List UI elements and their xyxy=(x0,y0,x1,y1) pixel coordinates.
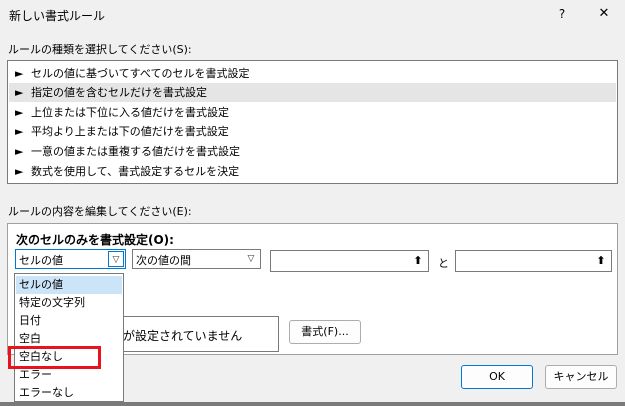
cell-condition-select[interactable]: セルの値 ▽ xyxy=(15,249,126,269)
preview-text: が設定されていません xyxy=(123,329,243,343)
rule-type-item-label: 平均より上または下の値だけを書式設定 xyxy=(31,125,229,138)
arrow-right-icon: ► xyxy=(15,125,24,138)
rule-type-list[interactable]: ► セルの値に基づいてすべてのセルを書式設定 ► 指定の値を含むセルだけを書式設… xyxy=(7,60,618,184)
format-preview: が設定されていません xyxy=(114,316,279,352)
range-select-icon[interactable]: ⬆ xyxy=(593,253,609,269)
and-label: と xyxy=(438,257,449,270)
range-select-icon[interactable]: ⬆ xyxy=(410,253,426,269)
arrow-right-icon: ► xyxy=(15,145,24,158)
rule-type-item-1[interactable]: ► 指定の値を含むセルだけを書式設定 xyxy=(9,83,616,102)
close-button[interactable]: ✕ xyxy=(588,3,620,25)
rule-type-item-5[interactable]: ► 数式を使用して、書式設定するセルを決定 xyxy=(9,162,616,181)
rule-type-label: ルールの種類を選択してください(S): xyxy=(8,43,192,56)
rule-type-item-3[interactable]: ► 平均より上または下の値だけを書式設定 xyxy=(9,122,616,141)
cell-condition-dropdown[interactable]: セルの値 特定の文字列 日付 空白 空白なし エラー エラーなし xyxy=(14,273,124,402)
condition-title: 次のセルのみを書式設定(O): xyxy=(16,233,174,247)
rule-type-item-label: 数式を使用して、書式設定するセルを決定 xyxy=(31,165,240,178)
cancel-button[interactable]: キャンセル xyxy=(545,365,617,389)
chevron-down-icon[interactable]: ▽ xyxy=(243,251,259,267)
arrow-right-icon: ► xyxy=(15,67,24,80)
arrow-right-icon: ► xyxy=(15,106,24,119)
highlight-box xyxy=(8,346,101,369)
dialog-title: 新しい書式ルール xyxy=(9,9,106,23)
rule-type-item-4[interactable]: ► 一意の値または重複する値だけを書式設定 xyxy=(9,142,616,161)
dropdown-option[interactable]: 日付 xyxy=(16,312,122,330)
operator-select[interactable]: 次の値の間 ▽ xyxy=(132,249,261,269)
help-button[interactable]: ? xyxy=(548,3,576,25)
rule-type-item-0[interactable]: ► セルの値に基づいてすべてのセルを書式設定 xyxy=(9,64,616,83)
operator-value: 次の値の間 xyxy=(136,254,191,267)
value1-input[interactable]: ⬆ xyxy=(270,250,429,272)
rule-type-item-label: 上位または下位に入る値だけを書式設定 xyxy=(31,106,229,119)
rule-type-item-2[interactable]: ► 上位または下位に入る値だけを書式設定 xyxy=(9,103,616,122)
rule-type-item-label: 指定の値を含むセルだけを書式設定 xyxy=(31,86,207,99)
rule-content-label: ルールの内容を編集してください(E): xyxy=(8,205,192,218)
arrow-right-icon: ► xyxy=(15,86,24,99)
cell-condition-value: セルの値 xyxy=(19,254,63,267)
format-button[interactable]: 書式(F)... xyxy=(289,320,361,344)
chevron-down-icon[interactable]: ▽ xyxy=(108,251,124,267)
rule-type-item-label: セルの値に基づいてすべてのセルを書式設定 xyxy=(31,67,250,80)
ok-button[interactable]: OK xyxy=(461,365,533,389)
rule-type-item-label: 一意の値または重複する値だけを書式設定 xyxy=(31,145,240,158)
dropdown-option[interactable]: セルの値 xyxy=(16,276,122,294)
background-sheet xyxy=(0,402,625,406)
arrow-right-icon: ► xyxy=(15,165,24,178)
dropdown-option[interactable]: 特定の文字列 xyxy=(16,294,122,312)
dropdown-option[interactable]: エラーなし xyxy=(16,384,122,402)
value2-input[interactable]: ⬆ xyxy=(455,250,612,272)
